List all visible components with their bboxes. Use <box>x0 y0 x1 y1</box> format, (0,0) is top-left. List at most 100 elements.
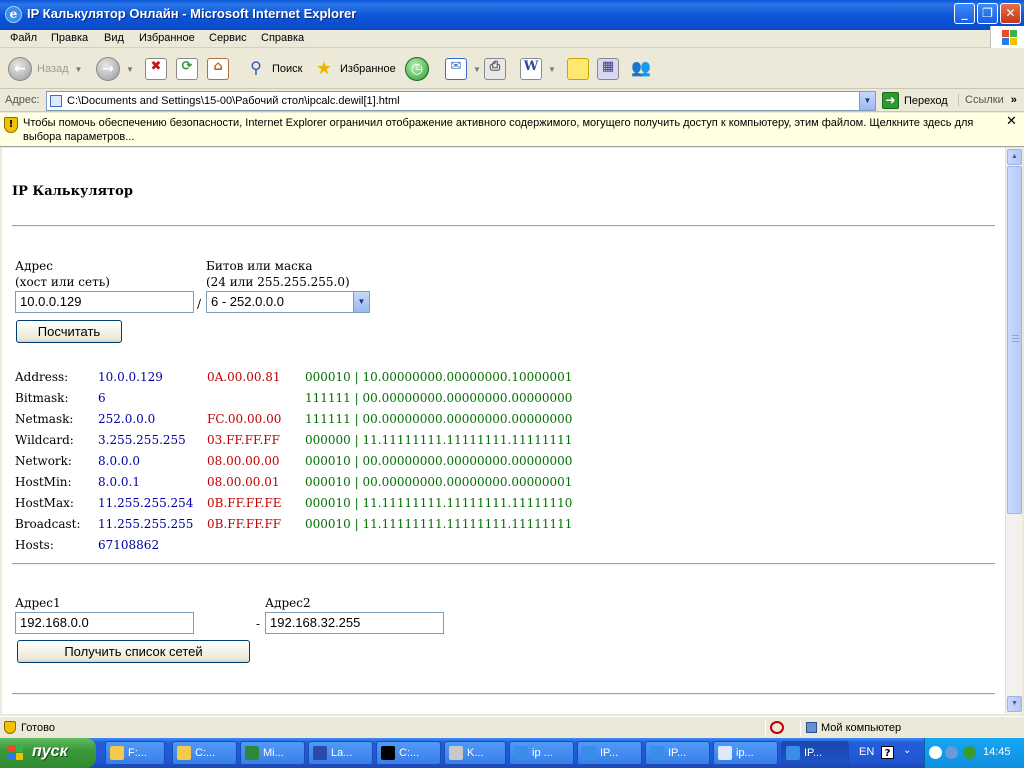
forward-button[interactable]: → ▼ <box>96 55 134 83</box>
taskbar-item-label: F:... <box>128 747 147 759</box>
menu-file[interactable]: Файл <box>10 32 37 44</box>
blocked-content-icon[interactable] <box>770 721 784 734</box>
tray-arrow-icon[interactable] <box>929 746 942 759</box>
home-button[interactable]: ⌂ <box>207 55 229 83</box>
get-networks-button[interactable]: Получить список сетей <box>17 640 250 663</box>
result-binary: 000010 | 10.00000000.00000000.10000001 <box>305 370 573 384</box>
forward-arrow-icon: → <box>96 57 120 81</box>
taskbar-item-label: IP... <box>600 747 619 759</box>
chevron-down-icon: ▼ <box>74 64 83 74</box>
taskbar-item[interactable]: K... <box>444 741 506 765</box>
address-dropdown-icon[interactable]: ▼ <box>859 92 875 110</box>
result-decimal: 10.0.0.129 <box>98 370 163 384</box>
back-arrow-icon: ← <box>8 57 32 81</box>
scroll-up-icon[interactable]: ▲ <box>1007 149 1022 165</box>
print-button[interactable]: ⎙ <box>484 55 506 83</box>
scroll-thumb[interactable] <box>1007 166 1022 514</box>
taskbar: пуск F:... C:... Mi... La... C:... K... … <box>0 738 1024 768</box>
minimize-button[interactable]: _ <box>954 3 975 24</box>
mask-select[interactable]: 6 - 252.0.0.0 ▼ <box>206 291 370 313</box>
security-info-bar[interactable]: ! Чтобы помочь обеспечению безопасности,… <box>0 113 1024 147</box>
search-button[interactable]: ⚲ Поиск <box>245 55 302 83</box>
shield-icon <box>4 721 16 734</box>
result-binary: 111111 | 00.00000000.00000000.00000000 <box>305 412 573 426</box>
stop-button[interactable]: ✖ <box>145 55 167 83</box>
taskbar-item[interactable]: Mi... <box>240 741 305 765</box>
research-icon: ▦ <box>597 58 619 80</box>
back-label: Назад <box>37 63 69 75</box>
taskbar-item-active[interactable]: IP... <box>781 741 849 765</box>
edit-button[interactable]: W ▼ <box>520 55 556 83</box>
messenger-button[interactable]: 👥 <box>630 55 652 83</box>
address1-input[interactable]: 192.168.0.0 <box>15 612 194 634</box>
toolbar: ← Назад ▼ → ▼ ✖ ⟳ ⌂ ⚲ Поиск ★ Избранное … <box>0 49 1024 89</box>
divider <box>12 693 995 695</box>
mask-label-line2: (24 или 255.255.255.0) <box>206 275 350 289</box>
history-icon: ◷ <box>405 57 429 81</box>
menu-tools[interactable]: Сервис <box>209 32 247 44</box>
result-hex: 08.00.00.00 <box>207 454 280 468</box>
taskbar-item[interactable]: IP... <box>645 741 710 765</box>
refresh-button[interactable]: ⟳ <box>176 55 198 83</box>
ie-icon <box>786 746 800 760</box>
result-decimal: 11.255.255.254 <box>98 496 194 510</box>
go-button[interactable]: ➜ Переход <box>882 92 948 109</box>
taskbar-item-label: ip ... <box>532 747 553 759</box>
taskbar-item[interactable]: C:... <box>376 741 441 765</box>
network-icon[interactable] <box>945 746 958 759</box>
menu-help[interactable]: Справка <box>261 32 304 44</box>
taskbar-item[interactable]: C:... <box>172 741 237 765</box>
calculate-button[interactable]: Посчитать <box>16 320 122 343</box>
folder-icon <box>177 746 191 760</box>
maximize-button[interactable]: ❐ <box>977 3 998 24</box>
menu-view[interactable]: Вид <box>104 32 124 44</box>
computer-icon <box>806 722 817 733</box>
result-decimal: 3.255.255.255 <box>98 433 186 447</box>
range-dash: - <box>256 617 261 631</box>
back-button[interactable]: ← Назад ▼ <box>8 55 82 83</box>
address2-input[interactable]: 192.168.32.255 <box>265 612 444 634</box>
taskbar-item[interactable]: F:... <box>105 741 165 765</box>
menu-edit[interactable]: Правка <box>51 32 88 44</box>
close-info-bar-icon[interactable]: ✕ <box>1006 114 1017 129</box>
result-label: Network: <box>15 454 72 468</box>
history-button[interactable]: ◷ <box>405 55 429 83</box>
taskbar-item[interactable]: IP... <box>577 741 642 765</box>
antivirus-icon[interactable] <box>963 746 976 759</box>
windows-flag-icon <box>8 745 25 762</box>
taskbar-item[interactable]: ip... <box>713 741 778 765</box>
mail-button[interactable]: ✉ ▼ <box>445 55 481 83</box>
stop-icon: ✖ <box>145 58 167 80</box>
help-icon[interactable]: ? <box>881 746 894 759</box>
windows-logo-icon <box>990 26 1024 48</box>
refresh-icon: ⟳ <box>176 58 198 80</box>
calculator-icon <box>449 746 463 760</box>
scroll-down-icon[interactable]: ▼ <box>1007 696 1022 712</box>
system-tray: 14:45 <box>924 738 1024 768</box>
address-input-field[interactable]: 10.0.0.129 <box>15 291 194 313</box>
result-decimal: 8.0.0.0 <box>98 454 140 468</box>
chevron-down-icon[interactable]: ⌄ <box>903 745 911 756</box>
links-button[interactable]: Ссылки » <box>958 94 1017 106</box>
menu-favorites[interactable]: Избранное <box>139 32 195 44</box>
taskbar-item-label: K... <box>467 747 484 759</box>
taskbar-item[interactable]: ip ... <box>509 741 574 765</box>
window-title: IP Калькулятор Онлайн - Microsoft Intern… <box>27 6 357 21</box>
start-button[interactable]: пуск <box>0 738 96 768</box>
result-decimal: 67108862 <box>98 538 160 552</box>
status-separator <box>765 719 766 737</box>
taskbar-item[interactable]: La... <box>308 741 373 765</box>
vertical-scrollbar[interactable]: ▲ ▼ <box>1005 148 1022 714</box>
taskbar-item-label: C:... <box>195 747 216 759</box>
discuss-button[interactable] <box>567 55 589 83</box>
favorites-button[interactable]: ★ Избранное <box>313 55 396 83</box>
note-icon <box>567 58 589 80</box>
language-indicator[interactable]: EN <box>859 746 874 758</box>
research-button[interactable]: ▦ <box>597 55 619 83</box>
result-label: Netmask: <box>15 412 74 426</box>
result-label: Hosts: <box>15 538 54 552</box>
result-label: Address: <box>15 370 69 384</box>
address-input[interactable]: C:\Documents and Settings\15-00\Рабочий … <box>46 91 876 111</box>
close-button[interactable]: ✕ <box>1000 3 1021 24</box>
grip-line <box>1012 341 1019 342</box>
